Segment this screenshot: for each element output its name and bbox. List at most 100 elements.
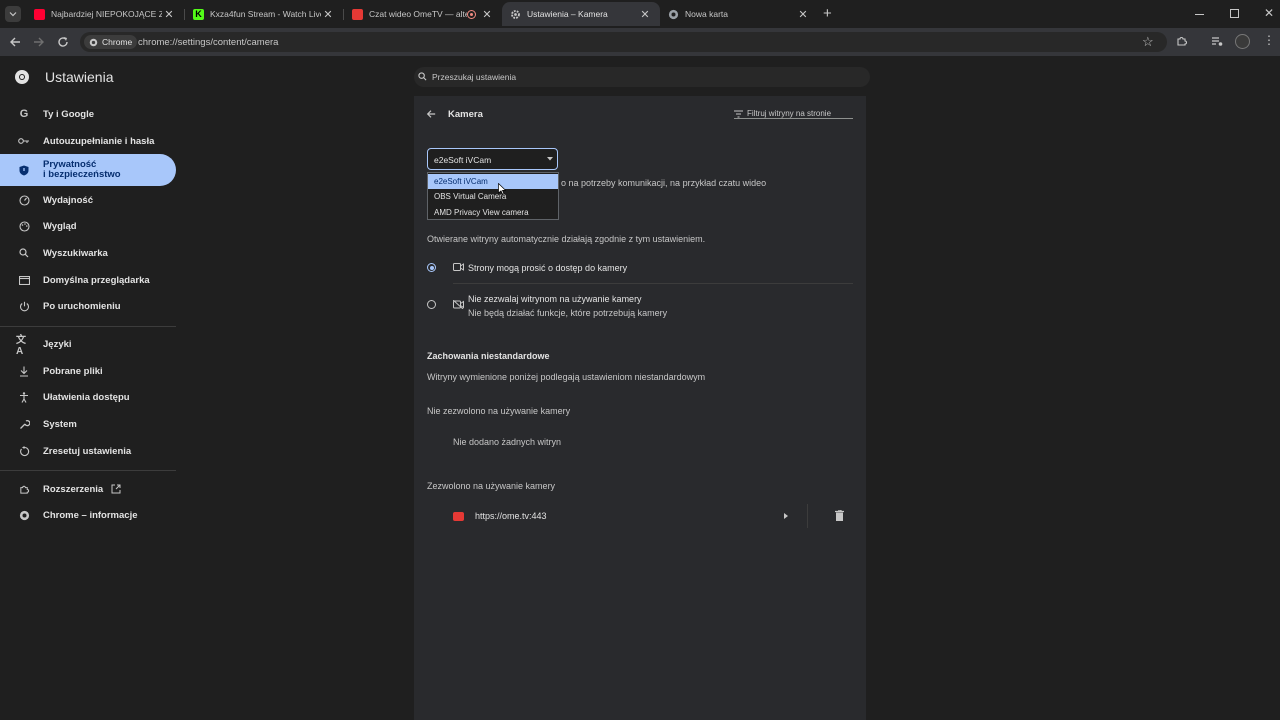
tab-youtube[interactable]: Najbardziej NIEPOKOJĄCE Znal ✕ — [26, 2, 184, 26]
accessibility-icon — [16, 391, 32, 403]
menu-kebab-icon[interactable]: ⋮ — [1263, 33, 1275, 47]
tab-label: Kxza4fun Stream - Watch Live o — [210, 9, 321, 19]
tab-label: Najbardziej NIEPOKOJĄCE Znal — [51, 9, 162, 19]
shield-icon — [16, 165, 32, 176]
camera-option[interactable]: OBS Virtual Camera — [428, 189, 558, 204]
tab-kick[interactable]: K Kxza4fun Stream - Watch Live o ✕ — [185, 2, 343, 26]
radio-block-camera[interactable] — [427, 300, 436, 309]
sidebar-item-languages[interactable]: 文A Języki — [0, 329, 176, 359]
url-text[interactable]: chrome://settings/content/camera — [138, 37, 278, 48]
tab-settings[interactable]: Ustawienia – Kamera ✕ — [502, 2, 660, 26]
tab-ometv[interactable]: Czat wideo OmeTV — alter ✕ — [344, 2, 502, 26]
sidebar-item-label: System — [43, 418, 77, 430]
site-chip[interactable]: Chrome — [84, 35, 138, 49]
bookmark-star-icon[interactable]: ☆ — [1142, 34, 1154, 50]
tab-label: Nowa karta — [685, 9, 728, 19]
camera-option[interactable]: e2eSoft iVCam — [428, 174, 558, 189]
sidebar-item-privacy[interactable]: Prywatność i bezpieczeństwo — [0, 154, 176, 186]
sidebar-item-label: Po uruchomieniu — [43, 300, 121, 312]
filter-input[interactable]: Filtruj witryny na stronie — [747, 109, 831, 118]
close-icon[interactable]: ✕ — [638, 8, 652, 21]
chrome-icon — [668, 9, 679, 19]
camera-icon — [453, 263, 464, 271]
ometv-icon — [352, 8, 363, 20]
sidebar-item-label: Rozszerzenia — [43, 483, 104, 495]
page-title: Ustawienia — [45, 69, 114, 85]
sidebar-item-search-engine[interactable]: Wyszukiwarka — [0, 238, 176, 268]
wrench-icon — [16, 419, 32, 430]
close-icon[interactable]: ✕ — [480, 8, 494, 21]
puzzle-icon — [16, 484, 32, 495]
search-icon — [16, 248, 32, 258]
google-icon: G — [19, 108, 29, 120]
chrome-logo-icon — [15, 70, 29, 84]
sidebar-item-label: Wyszukiwarka — [43, 247, 108, 259]
close-icon[interactable]: ✕ — [162, 8, 176, 21]
filter-underline — [734, 118, 853, 119]
sidebar-item-label: Wydajność — [43, 194, 93, 206]
media-control-icon[interactable] — [1211, 36, 1223, 47]
youtube-icon — [34, 8, 45, 20]
divider — [453, 283, 853, 284]
new-tab-button[interactable]: + — [823, 5, 832, 22]
puzzle-icon[interactable] — [1176, 35, 1188, 47]
chevron-down-icon — [9, 12, 17, 17]
radio-block-label: Nie zezwalaj witrynom na używanie kamery — [468, 294, 642, 304]
recording-icon — [467, 9, 476, 19]
camera-option[interactable]: AMD Privacy View camera — [428, 205, 558, 220]
sidebar-item-reset[interactable]: Zresetuj ustawienia — [0, 436, 176, 466]
sidebar-item-label: Ty i Google — [43, 108, 95, 120]
sidebar-item-about-chrome[interactable]: Chrome – informacje — [0, 500, 176, 530]
filter-icon — [734, 110, 743, 118]
site-chip-label: Chrome — [102, 37, 133, 47]
sidebar-item-autofill[interactable]: Autouzupełnianie i hasła — [0, 126, 176, 156]
radio-allow-camera[interactable] — [427, 263, 436, 272]
default-behavior-text: Otwierane witryny automatycznie działają… — [427, 234, 706, 244]
close-icon[interactable]: ✕ — [321, 8, 335, 21]
custom-behaviors-title: Zachowania niestandardowe — [427, 351, 550, 361]
palette-icon — [16, 220, 32, 232]
radio-block-sublabel: Nie będą działać funkcje, które potrzebu… — [468, 308, 668, 318]
sidebar-item-accessibility[interactable]: Ułatwienia dostępu — [0, 382, 176, 412]
back-arrow-icon[interactable] — [9, 36, 21, 48]
arrow-right-icon[interactable] — [784, 513, 788, 519]
key-icon — [16, 137, 32, 145]
sidebar-item-appearance[interactable]: Wygląd — [0, 211, 176, 241]
speedometer-icon — [16, 194, 32, 206]
reload-icon[interactable] — [57, 36, 69, 48]
forward-arrow-icon[interactable] — [33, 36, 45, 48]
sidebar-item-system[interactable]: System — [0, 409, 176, 439]
sidebar-item-label: Wygląd — [43, 220, 77, 232]
tab-search-button[interactable] — [5, 6, 21, 22]
sidebar-item-you-and-google[interactable]: G Ty i Google — [0, 99, 176, 129]
chrome-icon — [16, 510, 32, 521]
sidebar-item-label: Ułatwienia dostępu — [43, 391, 130, 403]
avatar[interactable] — [1235, 34, 1250, 49]
search-placeholder: Przeszukaj ustawienia — [432, 72, 517, 82]
download-icon — [16, 366, 32, 377]
power-icon — [16, 301, 32, 312]
reset-icon — [16, 445, 32, 457]
close-icon[interactable]: ✕ — [796, 8, 810, 21]
browser-icon — [16, 275, 32, 285]
camera-select-value: e2eSoft iVCam — [434, 155, 492, 165]
dropdown-arrow-icon — [547, 157, 553, 161]
kick-icon: K — [193, 8, 204, 20]
camera-options-list: e2eSoft iVCam OBS Virtual Camera AMD Pri… — [427, 172, 559, 220]
gear-icon — [511, 9, 520, 19]
sidebar-divider — [0, 326, 176, 327]
tab-new[interactable]: Nowa karta ✕ — [660, 2, 818, 26]
chrome-icon — [89, 38, 98, 46]
back-arrow-icon[interactable] — [426, 109, 436, 119]
sidebar-item-on-startup[interactable]: Po uruchomieniu — [0, 291, 176, 321]
section-title: Kamera — [448, 109, 483, 120]
sidebar-item-label-line2: i bezpieczeństwo — [43, 169, 121, 180]
close-window-button[interactable]: ✕ — [1264, 6, 1274, 20]
sidebar-item-label: Zresetuj ustawienia — [43, 445, 132, 457]
sidebar-item-label: Domyślna przeglądarka — [43, 274, 150, 286]
sidebar-divider — [0, 470, 176, 471]
maximize-button[interactable] — [1230, 9, 1239, 18]
minimize-button[interactable] — [1195, 14, 1204, 15]
trash-icon[interactable] — [835, 510, 844, 521]
custom-behaviors-desc: Witryny wymienione poniżej podlegają ust… — [427, 372, 706, 382]
